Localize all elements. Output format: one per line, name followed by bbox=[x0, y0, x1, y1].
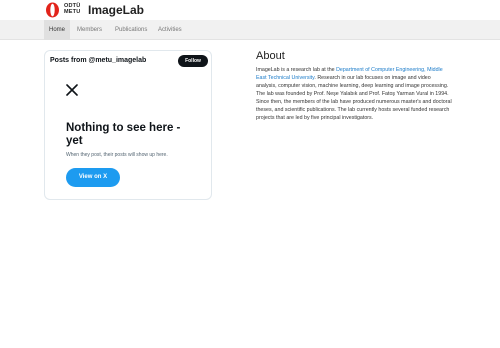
twitter-embed: Posts from @metu_imagelab Follow Nothing… bbox=[44, 50, 212, 200]
nav-item-home[interactable]: Home bbox=[44, 20, 71, 40]
about-body: . Research in our lab focuses on image a… bbox=[256, 75, 452, 121]
main-nav: Home Members Publications Activities bbox=[0, 20, 500, 40]
about-intro: ImageLab is a research lab at the bbox=[256, 67, 337, 73]
empty-state-subtitle: When they post, their posts will show up… bbox=[66, 152, 168, 158]
empty-state-title: Nothing to see here - yet bbox=[66, 122, 181, 147]
logo-wordmark: ODTÜ METU bbox=[64, 3, 81, 15]
nav-item-activities[interactable]: Activities bbox=[153, 20, 187, 40]
x-logo-icon bbox=[66, 84, 78, 96]
nav-item-publications[interactable]: Publications bbox=[110, 20, 152, 40]
twitter-embed-title: Posts from @metu_imagelab bbox=[50, 57, 147, 64]
view-on-x-button[interactable]: View on X bbox=[66, 168, 120, 187]
about-heading: About bbox=[256, 50, 285, 62]
metu-logo-icon[interactable] bbox=[45, 2, 60, 18]
about-paragraph: ImageLab is a research lab at the Depart… bbox=[256, 66, 452, 122]
nav-item-members[interactable]: Members bbox=[72, 20, 107, 40]
brand-title[interactable]: ImageLab bbox=[88, 3, 144, 17]
site-header: ODTÜ METU ImageLab bbox=[0, 0, 500, 20]
follow-button[interactable]: Follow bbox=[178, 55, 208, 67]
